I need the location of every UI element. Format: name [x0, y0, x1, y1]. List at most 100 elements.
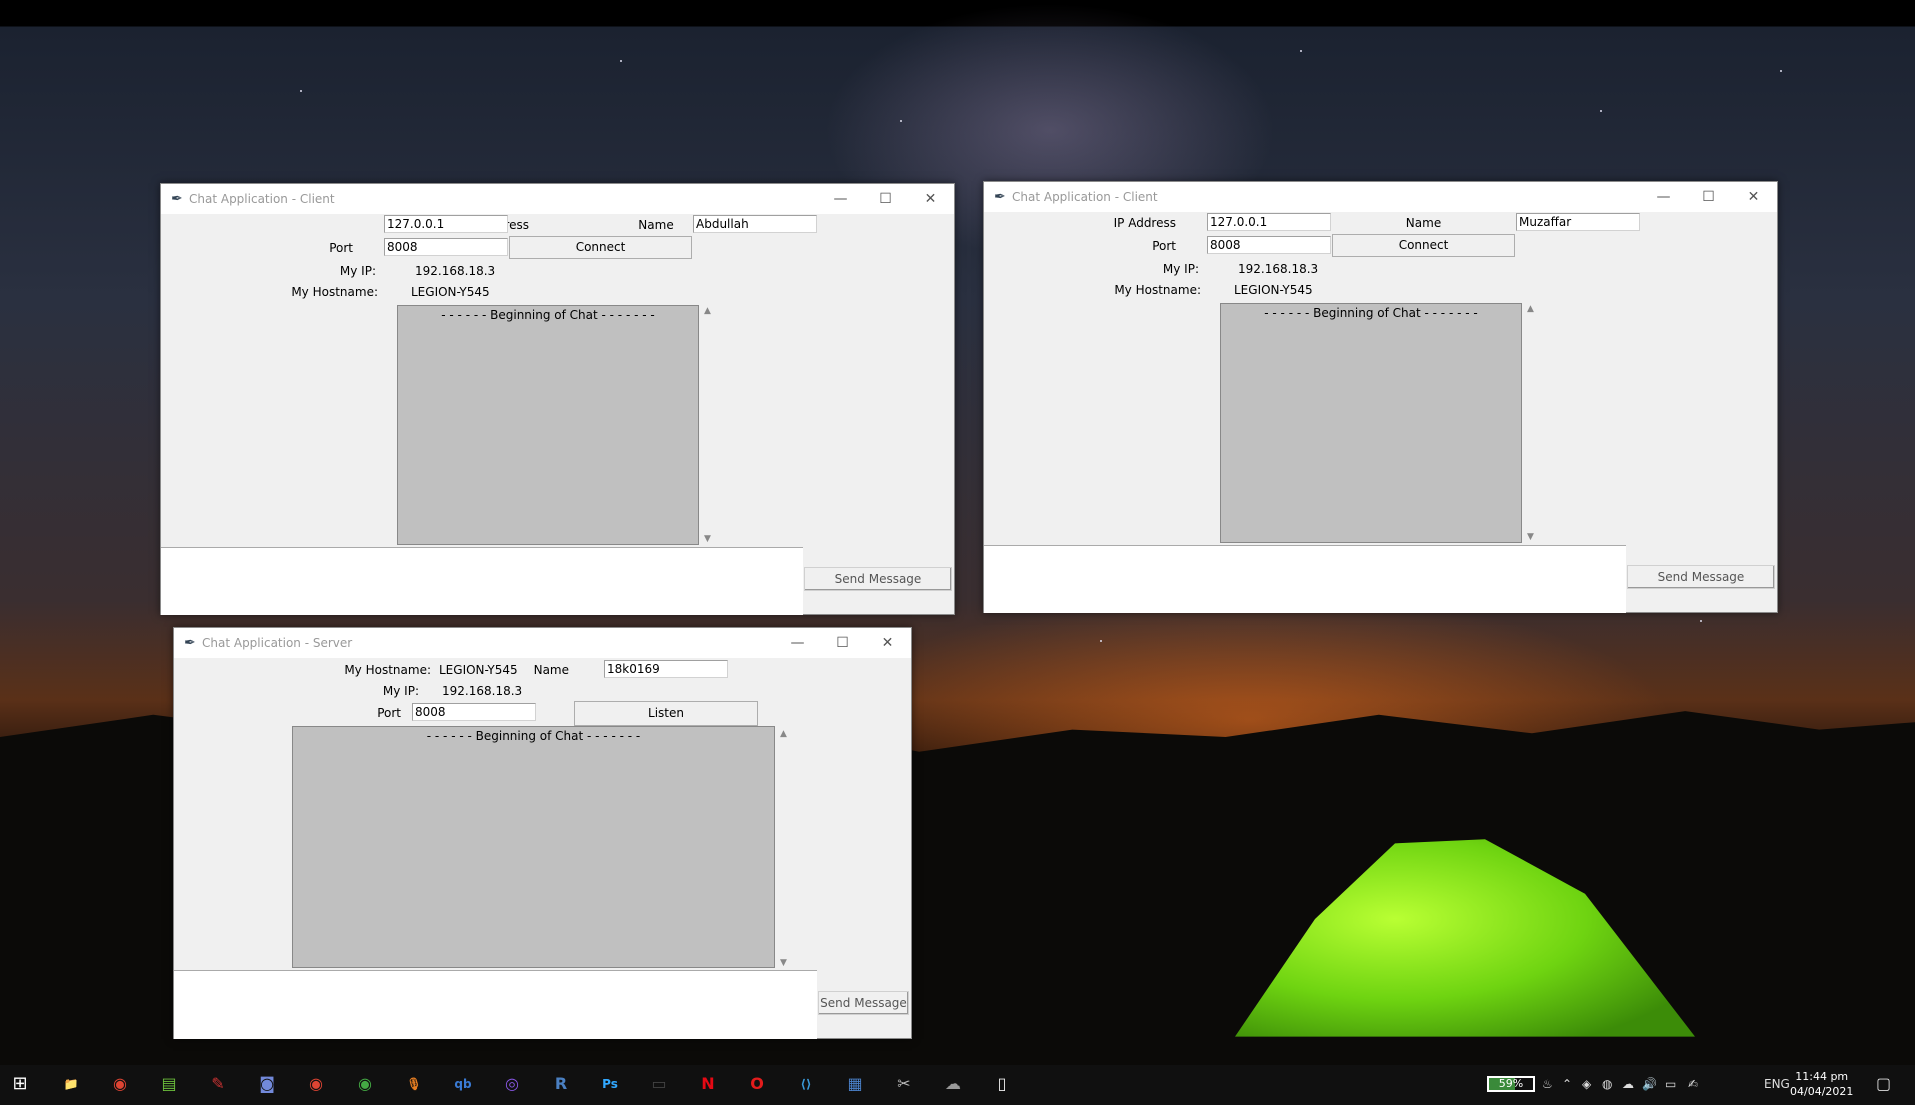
- chrome-icon[interactable]: ◉: [303, 1071, 329, 1097]
- star: [900, 120, 902, 122]
- feather-icon: ✒: [184, 635, 196, 651]
- pen-icon[interactable]: ✍: [1688, 1077, 1698, 1091]
- my-ip-label: My IP:: [339, 264, 376, 278]
- document-icon[interactable]: ▯: [989, 1071, 1015, 1097]
- cloud-icon[interactable]: ☁: [940, 1071, 966, 1097]
- steam-icon[interactable]: ◍: [1602, 1077, 1612, 1091]
- star: [1300, 50, 1302, 52]
- connect-button[interactable]: Connect: [509, 236, 692, 259]
- opera-icon[interactable]: O: [744, 1071, 770, 1097]
- close-button[interactable]: ✕: [1731, 182, 1776, 212]
- my-hostname-value: LEGION-Y545: [1234, 283, 1313, 297]
- ip-address-field[interactable]: 127.0.0.1: [384, 215, 508, 233]
- scroll-up-arrow-icon[interactable]: ▲: [1527, 304, 1534, 314]
- name-field[interactable]: 18k0169: [604, 660, 728, 678]
- my-ip-label: My IP:: [1162, 262, 1199, 276]
- star: [1780, 70, 1782, 72]
- connect-button[interactable]: Connect: [1332, 234, 1515, 257]
- message-input[interactable]: [174, 970, 817, 1039]
- qbittorrent-icon[interactable]: qb: [450, 1071, 476, 1097]
- notepad-plus-icon[interactable]: ▤: [156, 1071, 182, 1097]
- scroll-down-arrow-icon[interactable]: ▼: [704, 534, 711, 544]
- name-field[interactable]: Muzaffar: [1516, 213, 1640, 231]
- client-window-muzaffar: ✒ Chat Application - Client — ☐ ✕ IP Add…: [983, 181, 1778, 613]
- chevron-up-icon[interactable]: ⌃: [1562, 1077, 1572, 1091]
- feather-icon: ✒: [994, 189, 1006, 205]
- maximize-button[interactable]: ☐: [820, 628, 865, 658]
- titlebar[interactable]: ✒ Chat Application - Client — ☐ ✕: [984, 182, 1777, 212]
- my-hostname-label: My Hostname:: [291, 285, 378, 299]
- google-drive-icon[interactable]: ◈: [1582, 1077, 1591, 1091]
- file-explorer-icon[interactable]: 📁: [58, 1071, 84, 1097]
- my-hostname-value: LEGION-Y545: [411, 285, 490, 299]
- listen-button[interactable]: Listen: [574, 701, 758, 726]
- netflix-icon[interactable]: N: [695, 1071, 721, 1097]
- language-indicator[interactable]: ENG: [1764, 1077, 1790, 1091]
- chat-log[interactable]: - - - - - - Beginning of Chat - - - - - …: [397, 305, 699, 545]
- titlebar[interactable]: ✒ Chat Application - Client — ☐ ✕: [161, 184, 954, 214]
- feather-icon: ✒: [171, 191, 183, 207]
- taskbar: ⊞ 📁 ◉ ▤ ✎ ◙ ◉ ◉ 🎙 qb ◎ R Ps ▭ N O ⟨⟩ ▦ ✂ ☁ ▯ 59% ♨ ⌃ ◈ ◍ ☁ …: [0, 1065, 1915, 1105]
- my-hostname-label: My Hostname:: [1114, 283, 1201, 297]
- my-ip-value: 192.168.18.3: [442, 684, 523, 698]
- terminal-icon[interactable]: ▭: [646, 1071, 672, 1097]
- vscode-icon[interactable]: ⟨⟩: [793, 1071, 819, 1097]
- chat-log[interactable]: - - - - - - Beginning of Chat - - - - - …: [292, 726, 775, 968]
- scroll-up-arrow-icon[interactable]: ▲: [780, 729, 787, 739]
- window-title: Chat Application - Client: [1012, 190, 1158, 204]
- clock[interactable]: 11:44 pm 04/04/2021: [1790, 1069, 1853, 1099]
- network-icon[interactable]: ▭: [1665, 1077, 1676, 1091]
- photoshop-icon[interactable]: Ps: [597, 1071, 623, 1097]
- volume-icon[interactable]: 🔊: [1642, 1077, 1657, 1091]
- my-hostname-value: LEGION-Y545: [439, 663, 518, 677]
- port-field[interactable]: 8008: [384, 238, 508, 256]
- calculator-icon[interactable]: ▦: [842, 1071, 868, 1097]
- r-icon[interactable]: R: [548, 1071, 574, 1097]
- minimize-button[interactable]: —: [1641, 182, 1686, 212]
- port-label: Port: [377, 706, 401, 720]
- clock-date: 04/04/2021: [1790, 1085, 1854, 1098]
- scroll-up-arrow-icon[interactable]: ▲: [704, 306, 711, 316]
- maximize-button[interactable]: ☐: [863, 184, 908, 214]
- window-title: Chat Application - Client: [189, 192, 335, 206]
- notification-icon[interactable]: ▢: [1876, 1074, 1891, 1093]
- send-message-button[interactable]: Send Message: [818, 991, 909, 1015]
- minimize-button[interactable]: —: [818, 184, 863, 214]
- titlebar[interactable]: ✒ Chat Application - Server — ☐ ✕: [174, 628, 911, 658]
- server-window: ✒ Chat Application - Server — ☐ ✕ My Hos…: [173, 627, 912, 1039]
- message-input[interactable]: [161, 547, 803, 615]
- battery-indicator[interactable]: 59%: [1487, 1076, 1535, 1092]
- send-message-button[interactable]: Send Message: [1627, 565, 1775, 589]
- my-ip-value: 192.168.18.3: [415, 264, 496, 278]
- chrome-icon[interactable]: ◉: [107, 1071, 133, 1097]
- ip-address-field[interactable]: 127.0.0.1: [1207, 213, 1331, 231]
- github-icon[interactable]: ◎: [499, 1071, 525, 1097]
- scroll-down-arrow-icon[interactable]: ▼: [780, 958, 787, 968]
- cloud-icon[interactable]: ☁: [1622, 1077, 1634, 1091]
- port-label: Port: [329, 241, 353, 255]
- message-input[interactable]: [984, 545, 1626, 613]
- star: [1100, 640, 1102, 642]
- close-button[interactable]: ✕: [865, 628, 910, 658]
- name-field[interactable]: Abdullah: [693, 215, 817, 233]
- chrome-icon[interactable]: ◉: [352, 1071, 378, 1097]
- windows-start-icon[interactable]: ⊞: [7, 1071, 33, 1097]
- window-title: Chat Application - Server: [202, 636, 353, 650]
- star: [300, 90, 302, 92]
- send-message-button[interactable]: Send Message: [804, 567, 952, 591]
- scroll-down-arrow-icon[interactable]: ▼: [1527, 532, 1534, 542]
- chat-log[interactable]: - - - - - - Beginning of Chat - - - - - …: [1220, 303, 1522, 543]
- paint-icon[interactable]: ✎: [205, 1071, 231, 1097]
- star: [1700, 620, 1702, 622]
- name-label: Name: [1405, 216, 1442, 230]
- discord-icon[interactable]: ◙: [254, 1071, 280, 1097]
- minimize-button[interactable]: —: [775, 628, 820, 658]
- client-window-abdullah: ✒ Chat Application - Client — ☐ ✕ IP Add…: [160, 183, 955, 615]
- maximize-button[interactable]: ☐: [1686, 182, 1731, 212]
- flame-icon[interactable]: ♨: [1542, 1077, 1553, 1091]
- port-field[interactable]: 8008: [412, 703, 536, 721]
- podcast-icon[interactable]: 🎙: [401, 1071, 427, 1097]
- close-button[interactable]: ✕: [908, 184, 953, 214]
- snipping-icon[interactable]: ✂: [891, 1071, 917, 1097]
- port-field[interactable]: 8008: [1207, 236, 1331, 254]
